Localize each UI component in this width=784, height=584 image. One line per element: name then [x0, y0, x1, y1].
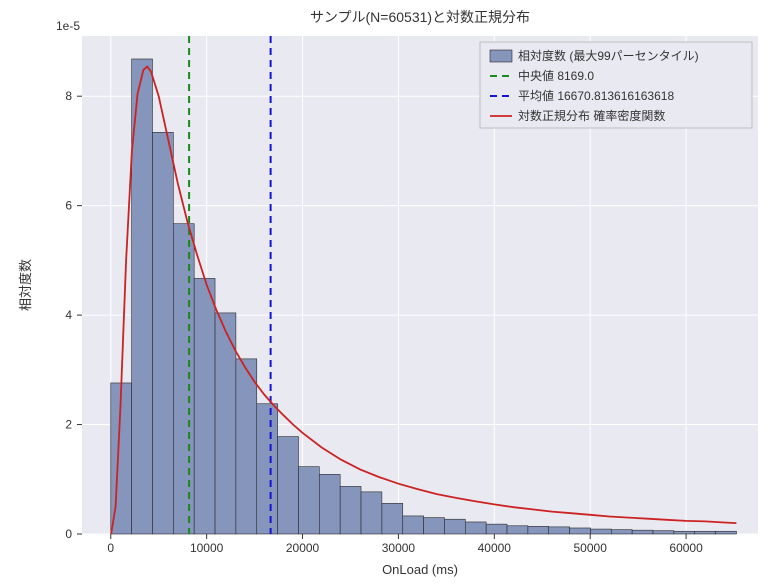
histogram-bar — [319, 474, 340, 534]
legend-label-hist: 相対度数 (最大99パーセンタイル) — [518, 48, 699, 63]
chart-title: サンプル(N=60531)と対数正規分布 — [310, 9, 530, 25]
histogram-bar — [173, 224, 194, 534]
y-tick-label: 6 — [65, 199, 72, 213]
legend-label-median: 中央値 8169.0 — [518, 68, 594, 83]
histogram-bar — [152, 132, 173, 534]
x-tick-label: 50000 — [574, 541, 608, 555]
histogram-bar — [716, 531, 737, 534]
histogram-bar — [611, 530, 632, 534]
histogram-bar — [257, 404, 278, 534]
y-tick-label: 4 — [65, 308, 72, 322]
histogram-bar — [236, 359, 257, 534]
y-axis-title: 相対度数 — [18, 259, 33, 311]
histogram-bar — [674, 531, 695, 534]
y-tick-label: 8 — [65, 89, 72, 103]
x-axis-title: OnLoad (ms) — [382, 562, 458, 577]
x-tick-label: 40000 — [478, 541, 512, 555]
histogram-bar — [444, 519, 465, 534]
histogram-bar — [465, 522, 486, 534]
x-tick-label: 0 — [107, 541, 114, 555]
chart-container: 0 10000 20000 30000 40000 50000 60000 0 2 4 6 8 1e-5… — [0, 0, 784, 584]
x-tick-label: 30000 — [382, 541, 416, 555]
histogram-bar — [528, 526, 549, 534]
histogram-bar — [590, 529, 611, 534]
histogram-bar — [340, 486, 361, 534]
histogram-bar — [549, 527, 570, 534]
y-exponent-label: 1e-5 — [56, 19, 80, 33]
x-tick-label: 60000 — [669, 541, 703, 555]
chart-svg: 0 10000 20000 30000 40000 50000 60000 0 2 4 6 8 1e-5… — [0, 0, 784, 584]
histogram-bar — [194, 278, 215, 534]
histogram-bar — [403, 516, 424, 534]
histogram-bar — [570, 528, 591, 534]
histogram-bar — [278, 437, 299, 534]
legend-label-mean: 平均値 16670.813616163618 — [518, 88, 674, 103]
histogram-bar — [361, 492, 382, 534]
histogram-bar — [298, 467, 319, 534]
legend-label-pdf: 対数正規分布 確率密度関数 — [518, 108, 665, 123]
histogram-bar — [424, 518, 445, 534]
histogram-bar — [486, 524, 507, 534]
legend-swatch-hist — [490, 50, 512, 62]
histogram-bar — [653, 531, 674, 534]
histogram-bar — [382, 503, 403, 534]
histogram-bar — [695, 531, 716, 534]
y-tick-label: 2 — [65, 418, 72, 432]
x-tick-label: 10000 — [190, 541, 224, 555]
x-tick-label: 20000 — [286, 541, 320, 555]
histogram-bar — [507, 526, 528, 534]
histogram-bar — [632, 530, 653, 534]
y-tick-label: 0 — [65, 527, 72, 541]
